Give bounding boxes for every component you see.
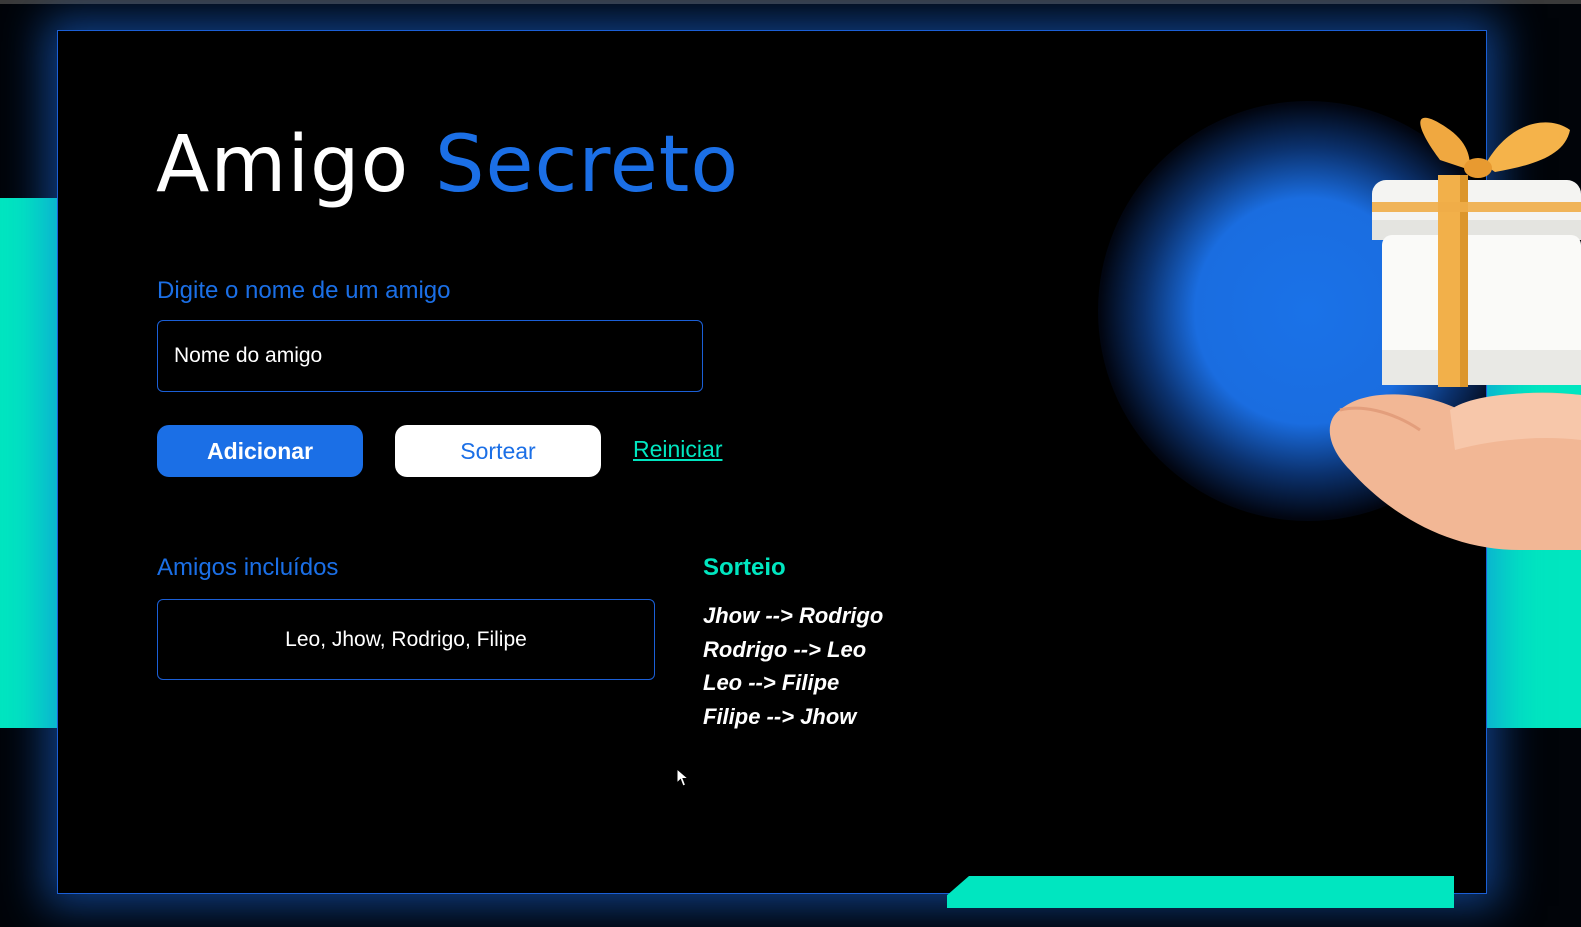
draw-result-item: Leo --> Filipe: [703, 670, 840, 695]
gift-on-hand-illustration: [1329, 117, 1581, 550]
mouse-pointer-icon: [676, 768, 690, 787]
draw-results-heading: Sorteio: [703, 554, 786, 581]
friends-list-box: Leo, Jhow, Rodrigo, Filipe: [157, 599, 655, 680]
title-word-amigo: Amigo: [156, 120, 410, 210]
draw-results-list: Jhow --> Rodrigo Rodrigo --> Leo Leo -->…: [703, 599, 883, 733]
reset-link[interactable]: Reiniciar: [633, 436, 722, 463]
friend-name-label: Digite o nome de um amigo: [157, 277, 451, 304]
draw-button[interactable]: Sortear: [395, 425, 601, 477]
title-word-secreto: Secreto: [435, 120, 740, 210]
draw-result-item: Rodrigo --> Leo: [703, 636, 867, 662]
add-friend-button[interactable]: Adicionar: [157, 425, 363, 477]
decorative-band-left: [0, 198, 60, 728]
friends-list-heading: Amigos incluídos: [157, 554, 339, 581]
window-top-strip: [0, 0, 1581, 4]
draw-result-item: Jhow --> Rodrigo: [703, 603, 884, 628]
friend-name-input[interactable]: [157, 320, 703, 392]
main-panel: Amigo Secreto Digite o nome de um amigo …: [57, 30, 1487, 894]
app-stage: Amigo Secreto Digite o nome de um amigo …: [0, 0, 1581, 927]
decorative-bottom-tab: [947, 876, 1454, 908]
friends-list-text: Leo, Jhow, Rodrigo, Filipe: [285, 627, 527, 651]
draw-result-item: Filipe --> Jhow: [703, 703, 857, 729]
page-title: Amigo Secreto: [156, 119, 739, 213]
